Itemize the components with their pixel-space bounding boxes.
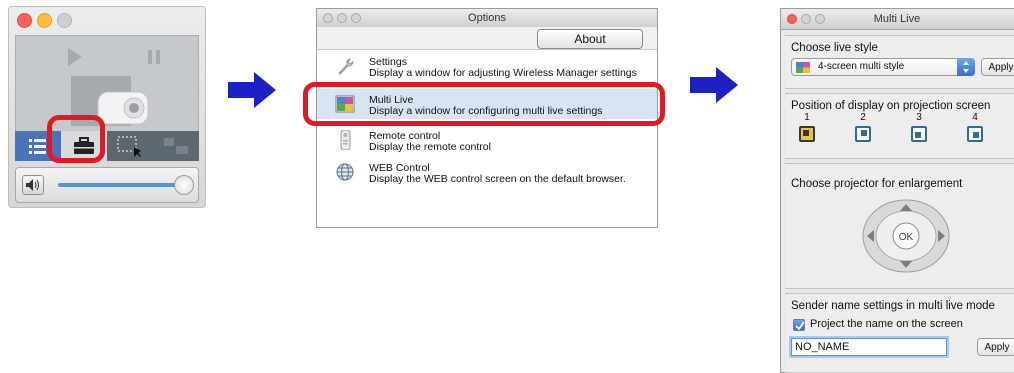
option-description: Display the WEB control screen on the de…	[369, 173, 626, 185]
option-description: Display the remote control	[369, 141, 491, 153]
options-button-highlight	[47, 115, 105, 163]
direction-pad: OK	[862, 199, 950, 273]
live-style-value: 4-screen multi style	[818, 61, 905, 72]
multi-live-highlight	[303, 82, 665, 126]
position-number: 3	[916, 112, 922, 123]
arrow-right-icon	[228, 72, 276, 108]
control-toolbar	[15, 131, 199, 161]
volume-control	[15, 167, 199, 203]
option-description: Display a window for adjusting Wireless …	[369, 67, 637, 79]
minimize-window-button[interactable]	[337, 13, 347, 23]
options-topbar: About	[317, 27, 657, 50]
sender-name-value: NO_NAME	[795, 341, 850, 353]
close-window-button[interactable]	[787, 14, 797, 24]
arrow-right-icon	[690, 67, 738, 103]
options-window-title: Options	[468, 12, 506, 24]
close-window-button[interactable]	[323, 13, 333, 23]
options-titlebar: Options	[317, 9, 657, 28]
sender-name-input[interactable]: NO_NAME	[791, 338, 947, 356]
area-select-button[interactable]	[107, 131, 153, 161]
minimize-window-button[interactable]	[801, 14, 811, 24]
globe-icon	[336, 163, 354, 181]
about-button[interactable]: About	[537, 29, 643, 49]
sender-name-apply-button[interactable]: Apply	[977, 338, 1014, 356]
position-2-button[interactable]	[855, 126, 871, 142]
option-web-control[interactable]: WEB Control Display the WEB control scre…	[317, 157, 657, 187]
remote-control-icon	[340, 130, 351, 150]
screens-icon	[164, 138, 188, 154]
sender-name-label: Sender name settings in multi live mode	[791, 300, 995, 312]
pause-icon[interactable]	[148, 50, 152, 64]
checkmark-icon	[795, 321, 805, 331]
multi-live-titlebar: Multi Live	[781, 9, 1014, 30]
select-arrows-icon	[957, 58, 975, 76]
projector-section: Choose projector for enlargement OK	[785, 163, 1014, 289]
projector-label: Choose projector for enlargement	[791, 178, 963, 190]
multi-live-window: Multi Live Choose live style 4-screen mu…	[780, 8, 1014, 373]
zoom-window-button[interactable]	[351, 13, 361, 23]
position-number: 4	[972, 112, 978, 123]
multi-live-window-title: Multi Live	[873, 13, 921, 25]
zoom-window-button[interactable]	[57, 13, 72, 28]
volume-slider[interactable]	[58, 183, 186, 187]
speaker-icon	[26, 179, 39, 191]
control-window	[8, 6, 206, 208]
zoom-window-button[interactable]	[815, 14, 825, 24]
position-section: Position of display on projection screen…	[785, 93, 1014, 159]
live-style-section: Choose live style 4-screen multi style A…	[785, 35, 1014, 89]
list-icon	[29, 139, 46, 154]
wrench-icon	[338, 58, 354, 75]
selection-icon	[117, 136, 141, 157]
position-1-button[interactable]	[799, 126, 815, 142]
projector-icon	[97, 91, 149, 125]
option-settings[interactable]: Settings Display a window for adjusting …	[317, 51, 657, 81]
position-label: Position of display on projection screen	[791, 100, 991, 112]
sender-name-section: Sender name settings in multi live mode …	[785, 293, 1014, 373]
position-number: 2	[860, 112, 866, 123]
live-style-select[interactable]: 4-screen multi style	[791, 58, 975, 76]
live-style-apply-button[interactable]: Apply	[981, 58, 1014, 76]
project-name-checkbox-label: Project the name on the screen	[810, 318, 963, 330]
screen-switch-button[interactable]	[153, 131, 199, 161]
close-window-button[interactable]	[17, 13, 32, 28]
play-icon[interactable]	[68, 48, 82, 66]
ok-button-label: OK	[899, 232, 914, 243]
project-name-checkbox[interactable]	[793, 319, 805, 331]
volume-slider-knob[interactable]	[174, 175, 194, 195]
multi-screen-icon	[796, 62, 810, 73]
position-4-button[interactable]	[967, 126, 983, 142]
minimize-window-button[interactable]	[37, 13, 52, 28]
mute-button[interactable]	[22, 175, 44, 195]
live-style-label: Choose live style	[791, 42, 878, 54]
option-remote-control[interactable]: Remote control Display the remote contro…	[317, 125, 657, 155]
position-3-button[interactable]	[911, 126, 927, 142]
position-number: 1	[804, 112, 810, 123]
